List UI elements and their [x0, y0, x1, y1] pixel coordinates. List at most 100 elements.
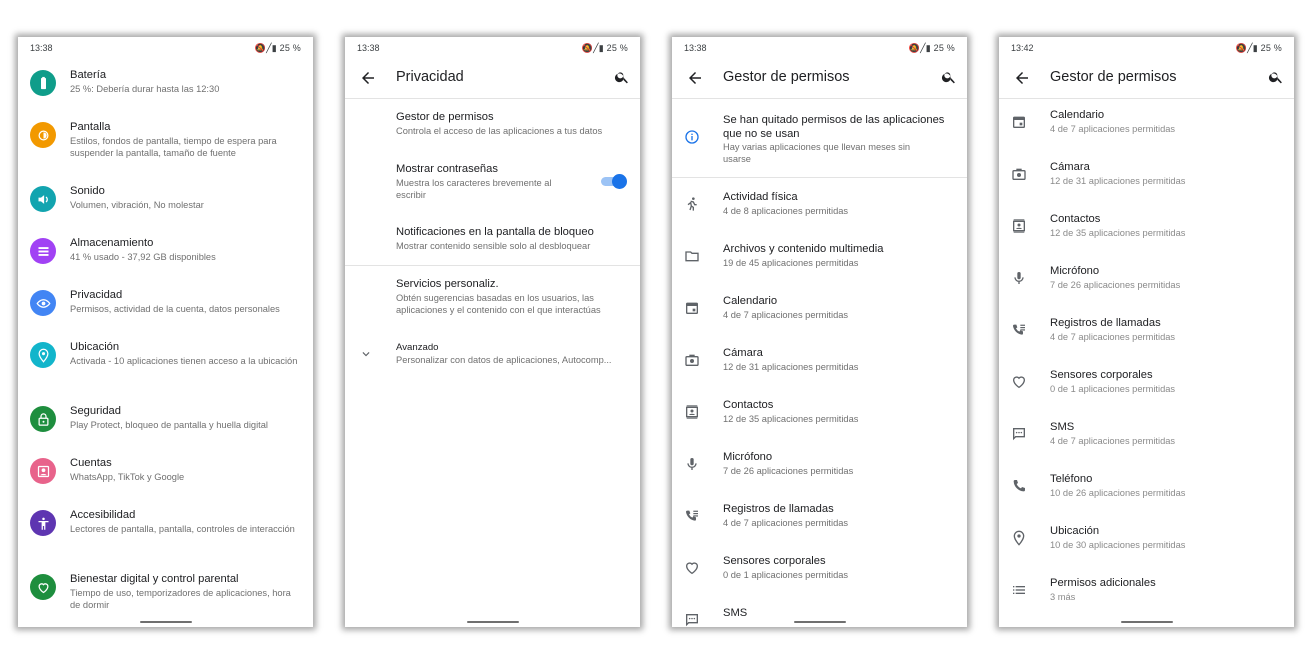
back-arrow-icon[interactable]: [1013, 69, 1031, 87]
permission-item-6[interactable]: Registros de llamadas 4 de 7 aplicaciones…: [672, 503, 967, 547]
gesture-bar[interactable]: [466, 621, 519, 623]
divider: [672, 98, 967, 99]
status-icons: 🔕╱▮: [254, 43, 280, 53]
item-title: Calendario: [723, 295, 778, 307]
item-subtitle: Estilos, fondos de pantalla, tiempo de e…: [70, 136, 277, 158]
item-title: Pantalla: [70, 121, 111, 133]
item-title: Sensores corporales: [1050, 369, 1153, 381]
status-time: 13:42: [1011, 43, 1034, 53]
item-subtitle: 7 de 26 aplicaciones permitidas: [1050, 280, 1181, 290]
calendar-icon: [1011, 114, 1027, 135]
permission-item-6[interactable]: SMS 4 de 7 aplicaciones permitidas: [999, 421, 1294, 465]
permission-item-3[interactable]: Cámara 12 de 31 aplicaciones permitidas: [672, 347, 967, 391]
heart-icon: [1011, 374, 1027, 395]
lock-icon: [30, 406, 56, 432]
accessibility-icon: [30, 510, 56, 536]
settings-item-0[interactable]: Batería 25 %: Debería durar hasta las 12:…: [18, 67, 313, 115]
item-title: Notificaciones en la pantalla de bloqueo: [396, 226, 594, 238]
item-title: Privacidad: [70, 289, 123, 301]
permission-item-7[interactable]: Sensores corporales 0 de 1 aplicaciones p…: [672, 555, 967, 599]
wellbeing-icon: [30, 574, 56, 600]
item-title: Seguridad: [70, 405, 122, 417]
personalized-services-item[interactable]: Servicios personaliz. Obtén sugerencias …: [345, 276, 640, 326]
search-icon[interactable]: [614, 69, 630, 85]
back-arrow-icon[interactable]: [686, 69, 704, 87]
permission-item-4[interactable]: Contactos 12 de 35 aplicaciones permitida…: [672, 399, 967, 443]
settings-item-9[interactable]: Bienestar digital y control parental Tiem…: [18, 571, 313, 619]
item-title: Ubicación: [1050, 525, 1100, 537]
permission-item-0[interactable]: Calendario 4 de 7 aplicaciones permitidas: [999, 109, 1294, 153]
unused-apps-notice[interactable]: Se han quitado permisos de las aplicacio…: [672, 111, 967, 171]
settings-item-6[interactable]: Seguridad Play Protect, bloqueo de pantal…: [18, 403, 313, 451]
calendar-icon: [684, 300, 700, 321]
permission-item-8[interactable]: SMS: [672, 607, 967, 627]
item-subtitle: 10 de 26 aplicaciones permitidas: [1050, 488, 1186, 498]
item-title: Actividad física: [723, 191, 798, 203]
permission-item-5[interactable]: Micrófono 7 de 26 aplicaciones permitidas: [672, 451, 967, 495]
item-subtitle: Obtén sugerencias basadas en los usuario…: [396, 293, 601, 315]
contacts-icon: [1011, 218, 1027, 239]
permission-item-9[interactable]: Permisos adicionales 3 más: [999, 577, 1294, 621]
status-time: 13:38: [357, 43, 380, 53]
settings-item-4[interactable]: Privacidad Permisos, actividad de la cuen…: [18, 287, 313, 335]
search-icon[interactable]: [941, 69, 957, 85]
status-bar: 13:42 🔕╱▮ 25 %: [999, 37, 1294, 57]
item-title: Micrófono: [723, 451, 773, 463]
permission-item-8[interactable]: Ubicación 10 de 30 aplicaciones permitida…: [999, 525, 1294, 569]
permission-item-0[interactable]: Actividad física 4 de 8 aplicaciones perm…: [672, 191, 967, 235]
folder-icon: [684, 248, 700, 269]
settings-item-8[interactable]: Accesibilidad Lectores de pantalla, panta…: [18, 507, 313, 555]
list-icon: [1011, 582, 1027, 603]
permission-item-1[interactable]: Cámara 12 de 31 aplicaciones permitidas: [999, 161, 1294, 205]
lockscreen-notifications-item[interactable]: Notificaciones en la pantalla de bloqueo…: [345, 224, 640, 264]
gesture-bar[interactable]: [139, 621, 192, 623]
item-title: Sensores corporales: [723, 555, 826, 567]
gesture-bar[interactable]: [1120, 621, 1173, 623]
permission-item-4[interactable]: Registros de llamadas 4 de 7 aplicaciones…: [999, 317, 1294, 361]
item-subtitle: 4 de 7 aplicaciones permitidas: [1050, 436, 1176, 446]
settings-item-1[interactable]: Pantalla Estilos, fondos de pantalla, tie…: [18, 119, 313, 167]
page-title: Gestor de permisos: [723, 69, 850, 85]
permission-item-2[interactable]: Contactos 12 de 35 aplicaciones permitida…: [999, 213, 1294, 257]
app-bar: Privacidad: [345, 61, 640, 97]
permission-item-3[interactable]: Micrófono 7 de 26 aplicaciones permitidas: [999, 265, 1294, 309]
gesture-bar[interactable]: [793, 621, 846, 623]
permission-item-2[interactable]: Calendario 4 de 7 aplicaciones permitidas: [672, 295, 967, 339]
item-title: Avanzado: [396, 342, 439, 353]
settings-item-5[interactable]: Ubicación Activada - 10 aplicaciones tien…: [18, 339, 313, 387]
brightness-icon: [30, 122, 56, 148]
item-title: Batería: [70, 69, 107, 81]
battery-percent: 25 %: [1260, 43, 1282, 53]
call-log-icon: [684, 508, 700, 529]
status-icons: 🔕╱▮: [581, 43, 607, 53]
permission-manager-screen: 13:38 🔕╱▮ 25 % Gestor de permisos Se han…: [672, 37, 967, 627]
item-title: Registros de llamadas: [723, 503, 834, 515]
item-subtitle: 4 de 7 aplicaciones permitidas: [1050, 124, 1176, 134]
location-icon: [1011, 530, 1027, 551]
item-title: Archivos y contenido multimedia: [723, 243, 884, 255]
item-subtitle: 12 de 35 aplicaciones permitidas: [723, 414, 859, 424]
battery-icon: [30, 70, 56, 96]
settings-item-2[interactable]: Sonido Volumen, vibración, No molestar: [18, 183, 313, 231]
sms-icon: [684, 612, 700, 627]
item-title: Almacenamiento: [70, 237, 154, 249]
permission-manager-screen-scrolled: 13:42 🔕╱▮ 25 % Gestor de permisos Calend…: [999, 37, 1294, 627]
item-subtitle: 3 más: [1050, 592, 1076, 602]
permission-item-1[interactable]: Archivos y contenido multimedia 19 de 45 …: [672, 243, 967, 287]
search-icon[interactable]: [1268, 69, 1284, 85]
advanced-item[interactable]: Avanzado Personalizar con datos de aplic…: [345, 340, 640, 376]
permission-manager-item[interactable]: Gestor de permisos Controla el acceso de…: [345, 109, 640, 153]
battery-percent: 25 %: [279, 43, 301, 53]
item-title: Contactos: [1050, 213, 1101, 225]
item-title: Accesibilidad: [70, 509, 136, 521]
settings-item-3[interactable]: Almacenamiento 41 % usado - 37,92 GB disp…: [18, 235, 313, 283]
item-title: Micrófono: [1050, 265, 1100, 277]
show-passwords-toggle[interactable]: [601, 174, 627, 189]
permission-item-5[interactable]: Sensores corporales 0 de 1 aplicaciones p…: [999, 369, 1294, 413]
permission-item-7[interactable]: Teléfono 10 de 26 aplicaciones permitidas: [999, 473, 1294, 517]
show-passwords-item[interactable]: Mostrar contraseñas Muestra los caracter…: [345, 161, 640, 211]
item-subtitle: Mostrar contenido sensible solo al desbl…: [396, 241, 591, 251]
item-title: SMS: [723, 607, 748, 619]
settings-item-7[interactable]: Cuentas WhatsApp, TikTok y Google: [18, 455, 313, 503]
back-arrow-icon[interactable]: [359, 69, 377, 87]
